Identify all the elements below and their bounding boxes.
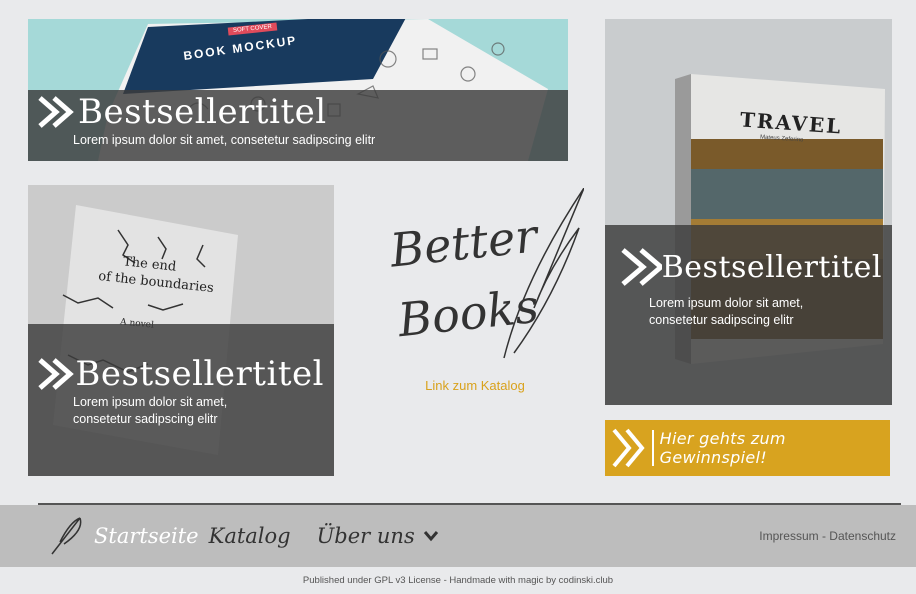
cta-label: Hier gehts zum Gewinnspiel! <box>659 429 786 467</box>
tile-subtitle-line-1: Lorem ipsum dolor sit amet, <box>73 395 228 409</box>
footer-text: Published under GPL v3 License - Handmad… <box>302 575 614 586</box>
bestseller-tile-3[interactable]: TRAVEL Mateus Zeferino Bestsellertitel L… <box>605 19 892 405</box>
tile-overlay: Bestsellertitel Lorem ipsum dolor sit am… <box>605 225 892 405</box>
tile-overlay: Bestsellertitel Lorem ipsum dolor sit am… <box>28 90 568 161</box>
chevron-down-icon[interactable] <box>423 530 439 542</box>
double-chevron-icon <box>38 96 74 128</box>
bestseller-tile-1[interactable]: SOFT COVER BOOK MOCKUP Bestsellertitel L… <box>28 19 568 161</box>
main-nav: Startseite Katalog Über uns Impressum - … <box>0 505 916 567</box>
double-chevron-icon <box>612 428 645 468</box>
feather-icon <box>51 517 82 555</box>
legal-links: Impressum - Datenschutz <box>759 529 896 543</box>
tile-overlay: Bestsellertitel Lorem ipsum dolor sit am… <box>28 324 334 476</box>
tile-subtitle-line-2: consetetur sadipscing elitr <box>73 411 218 426</box>
catalog-link[interactable]: Link zum Katalog <box>410 378 540 393</box>
tile-subtitle-line-1: Lorem ipsum dolor sit amet, <box>649 296 804 310</box>
bestseller-tile-2[interactable]: The end of the boundaries A novel Bestse… <box>28 185 334 476</box>
legal-separator: - <box>818 529 830 543</box>
nav-item-ueber-uns[interactable]: Über uns <box>317 524 415 548</box>
cta-divider <box>651 430 654 466</box>
tile-subtitle-line-2: consetetur sadipscing elitr <box>649 312 794 327</box>
double-chevron-icon <box>621 248 662 286</box>
tile-title: Bestsellertitel <box>661 249 882 285</box>
double-chevron-icon <box>38 358 74 390</box>
tile-subtitle: Lorem ipsum dolor sit amet, consetetur s… <box>73 133 376 147</box>
impressum-link[interactable]: Impressum <box>759 529 818 543</box>
tile-title: Bestsellertitel <box>75 354 324 394</box>
tile-title: Bestsellertitel <box>78 92 327 132</box>
nav-item-katalog[interactable]: Katalog <box>209 524 291 548</box>
datenschutz-link[interactable]: Datenschutz <box>829 529 896 543</box>
nav-item-startseite[interactable]: Startseite <box>94 524 199 548</box>
better-books-logo: Better Books <box>384 188 584 370</box>
giveaway-cta-button[interactable]: Hier gehts zum Gewinnspiel! <box>605 420 890 476</box>
